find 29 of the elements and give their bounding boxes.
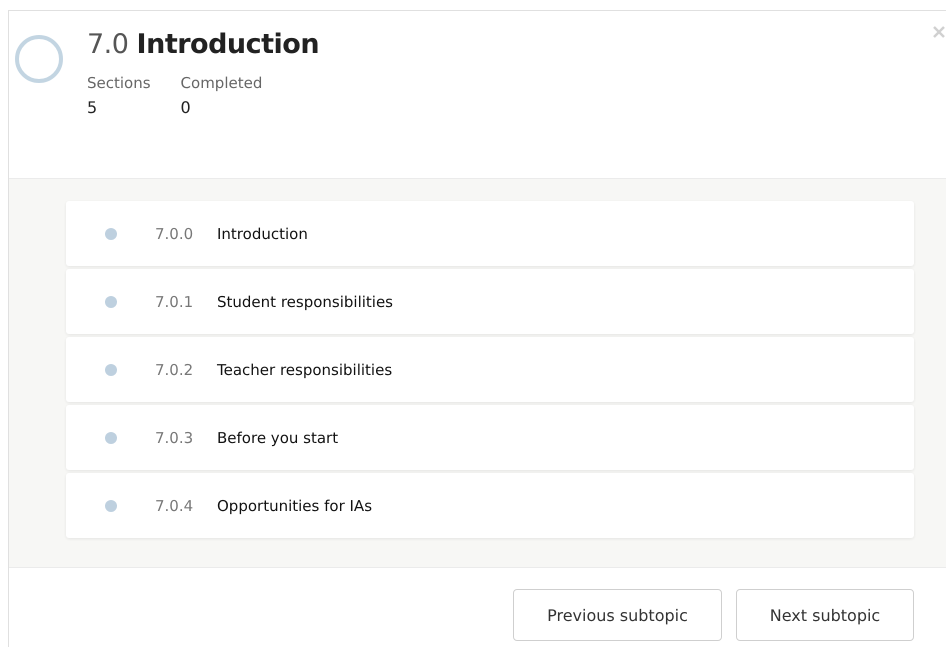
- section-number: 7.0.1: [155, 292, 194, 310]
- stat-value: 5: [87, 98, 98, 117]
- section-title: Before you start: [217, 428, 338, 446]
- stat-value: 0: [180, 98, 192, 117]
- status-dot-icon: [105, 432, 117, 444]
- section-title: Introduction: [217, 224, 308, 242]
- section-number: 7.0.0: [155, 224, 194, 242]
- subtopic-button[interactable]: Next subtopic: [736, 589, 914, 641]
- status-dot-icon: [105, 500, 117, 512]
- section-item[interactable]: 7.0.0 Introduction: [66, 201, 914, 266]
- close-icon[interactable]: [932, 25, 946, 39]
- stat-label: Sections: [87, 74, 151, 92]
- section-item[interactable]: 7.0.2 Teacher responsibilities: [66, 337, 914, 402]
- subtopic-button[interactable]: Previous subtopic: [513, 589, 722, 641]
- section-number: 7.0.3: [155, 428, 194, 446]
- status-dot-icon: [105, 296, 117, 308]
- section-item[interactable]: 7.0.3 Before you start: [66, 405, 914, 470]
- stat-label: Completed: [180, 74, 262, 92]
- section-title: Student responsibilities: [217, 292, 394, 310]
- topic-title: 7.0 Introduction: [87, 29, 320, 60]
- section-title: Opportunities for IAs: [217, 496, 372, 514]
- status-dot-icon: [105, 228, 117, 240]
- status-dot-icon: [105, 364, 117, 376]
- section-number: 7.0.4: [155, 496, 194, 514]
- section-item[interactable]: 7.0.4 Opportunities for IAs: [66, 473, 914, 538]
- progress-ring-icon: [13, 33, 65, 85]
- section-item[interactable]: 7.0.1 Student responsibilities: [66, 269, 914, 334]
- section-number: 7.0.2: [155, 360, 194, 378]
- section-title: Teacher responsibilities: [217, 360, 392, 378]
